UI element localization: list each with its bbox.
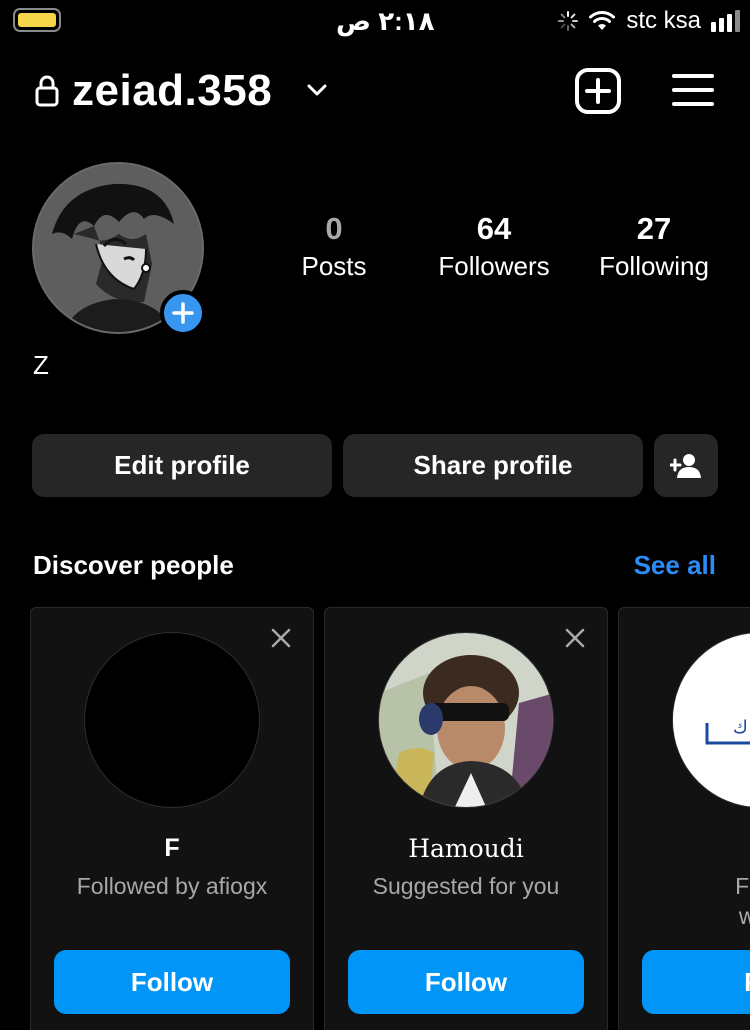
status-bar: ٢:١٨ ص stc ksa	[0, 0, 750, 44]
suggestion-avatar[interactable]	[84, 632, 260, 808]
suggestion-avatar[interactable]	[378, 632, 554, 808]
suggestion-card[interactable]: ك ك Follo wa_ Fo	[618, 607, 750, 1030]
followers-label: Followers	[438, 251, 550, 281]
posts-count: 0	[325, 211, 343, 246]
signal-icon	[711, 10, 740, 32]
suggestion-subtitle-line1: Follo	[735, 873, 750, 899]
close-icon[interactable]	[565, 628, 585, 648]
suggestion-avatar[interactable]: ك	[672, 632, 750, 808]
suggestion-subtitle: Follo wa_	[619, 871, 750, 931]
close-icon[interactable]	[271, 628, 291, 648]
suggestion-subtitle: Followed by afiogx	[76, 873, 268, 899]
followers-stat[interactable]: 64 Followers	[419, 210, 569, 284]
see-all-link[interactable]: See all	[634, 550, 716, 581]
wifi-icon	[589, 11, 616, 30]
activity-spinner-icon	[558, 11, 579, 31]
suggestion-card[interactable]: F Followed by afiogx Follow	[30, 607, 314, 1030]
lock-icon	[35, 75, 59, 107]
discover-people-title: Discover people	[33, 550, 234, 580]
add-user-icon	[670, 453, 701, 478]
posts-stat[interactable]: 0 Posts	[259, 210, 409, 284]
profile-screen: ٢:١٨ ص stc ksa zeiad.358 0 Posts 64 Foll…	[0, 0, 750, 1030]
plus-icon	[172, 302, 194, 324]
svg-text:ك: ك	[733, 717, 748, 738]
follow-button[interactable]: Follow	[54, 950, 290, 1014]
discover-people-button[interactable]	[654, 434, 718, 497]
follow-button[interactable]: Follow	[348, 950, 584, 1014]
suggestion-subtitle-line2: wa_	[739, 903, 750, 929]
menu-icon[interactable]	[671, 72, 715, 108]
following-label: Following	[599, 251, 709, 281]
share-profile-button[interactable]: Share profile	[343, 434, 643, 497]
follow-button[interactable]: Fo	[642, 950, 750, 1014]
username[interactable]: zeiad.358	[72, 66, 272, 116]
suggestion-name[interactable]: ك	[619, 834, 750, 864]
followers-count: 64	[476, 211, 512, 246]
carrier-name: stc ksa	[626, 7, 701, 34]
following-stat[interactable]: 27 Following	[579, 210, 729, 284]
add-story-button[interactable]	[160, 290, 206, 336]
suggestion-name[interactable]: F	[31, 834, 313, 863]
posts-label: Posts	[301, 251, 367, 281]
display-name: Z	[33, 350, 49, 380]
suggestion-card[interactable]: Hamoudi Suggested for you Follow	[324, 607, 608, 1030]
suggestion-name[interactable]: Hamoudi	[325, 834, 607, 863]
profile-avatar[interactable]	[32, 162, 206, 336]
status-time: ٢:١٨ ص	[336, 6, 435, 36]
profile-header: zeiad.358	[0, 60, 750, 124]
suggestion-subtitle: Suggested for you	[372, 873, 560, 899]
edit-profile-button[interactable]: Edit profile	[32, 434, 332, 497]
new-post-icon[interactable]	[574, 67, 622, 115]
battery-icon	[13, 8, 61, 32]
following-count: 27	[636, 211, 672, 246]
chevron-down-icon[interactable]	[306, 82, 328, 98]
